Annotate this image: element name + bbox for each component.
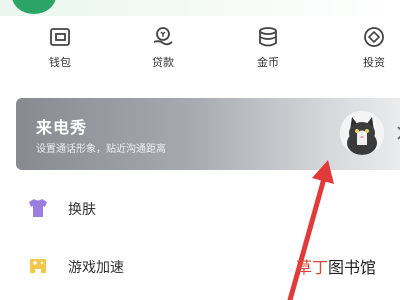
tshirt-icon bbox=[29, 199, 47, 217]
quick-action-invest[interactable]: 投资 bbox=[344, 24, 400, 80]
banner-subtitle: 设置通话形象，贴近沟通距离 bbox=[36, 144, 166, 155]
quick-action-label: 钱包 bbox=[49, 56, 71, 69]
list-item-skin[interactable]: 换肤 bbox=[0, 188, 400, 228]
watermark-text: 草丁图书馆 bbox=[296, 254, 376, 278]
quick-action-label: 投资 bbox=[363, 56, 385, 69]
cat-avatar-icon bbox=[340, 111, 384, 155]
banner-title: 来电秀 bbox=[36, 118, 88, 137]
user-avatar[interactable] bbox=[12, 0, 56, 14]
list-item-label: 换肤 bbox=[68, 202, 96, 218]
loan-icon bbox=[153, 27, 173, 46]
quick-action-loan[interactable]: 贷款 bbox=[133, 24, 193, 80]
wallet-icon bbox=[50, 28, 70, 46]
quick-action-label: 金币 bbox=[257, 56, 279, 69]
caller-show-banner[interactable]: 来电秀 设置通话形象，贴近沟通距离 bbox=[16, 98, 400, 170]
list-item-label: 游戏加速 bbox=[68, 260, 124, 276]
quick-action-coins[interactable]: 金币 bbox=[238, 24, 298, 80]
coins-icon bbox=[259, 27, 277, 47]
quick-actions-row: 钱包 贷款 金币 投资 bbox=[0, 24, 400, 80]
invest-icon bbox=[364, 27, 384, 47]
top-header-strip bbox=[0, 0, 400, 16]
watermark-accent: 草丁 bbox=[296, 258, 329, 277]
quick-action-wallet[interactable]: 钱包 bbox=[30, 24, 90, 80]
gamepad-icon bbox=[30, 259, 46, 273]
watermark-rest: 图书馆 bbox=[328, 258, 377, 277]
quick-action-label: 贷款 bbox=[152, 56, 174, 69]
chevron-right-icon bbox=[397, 126, 400, 140]
